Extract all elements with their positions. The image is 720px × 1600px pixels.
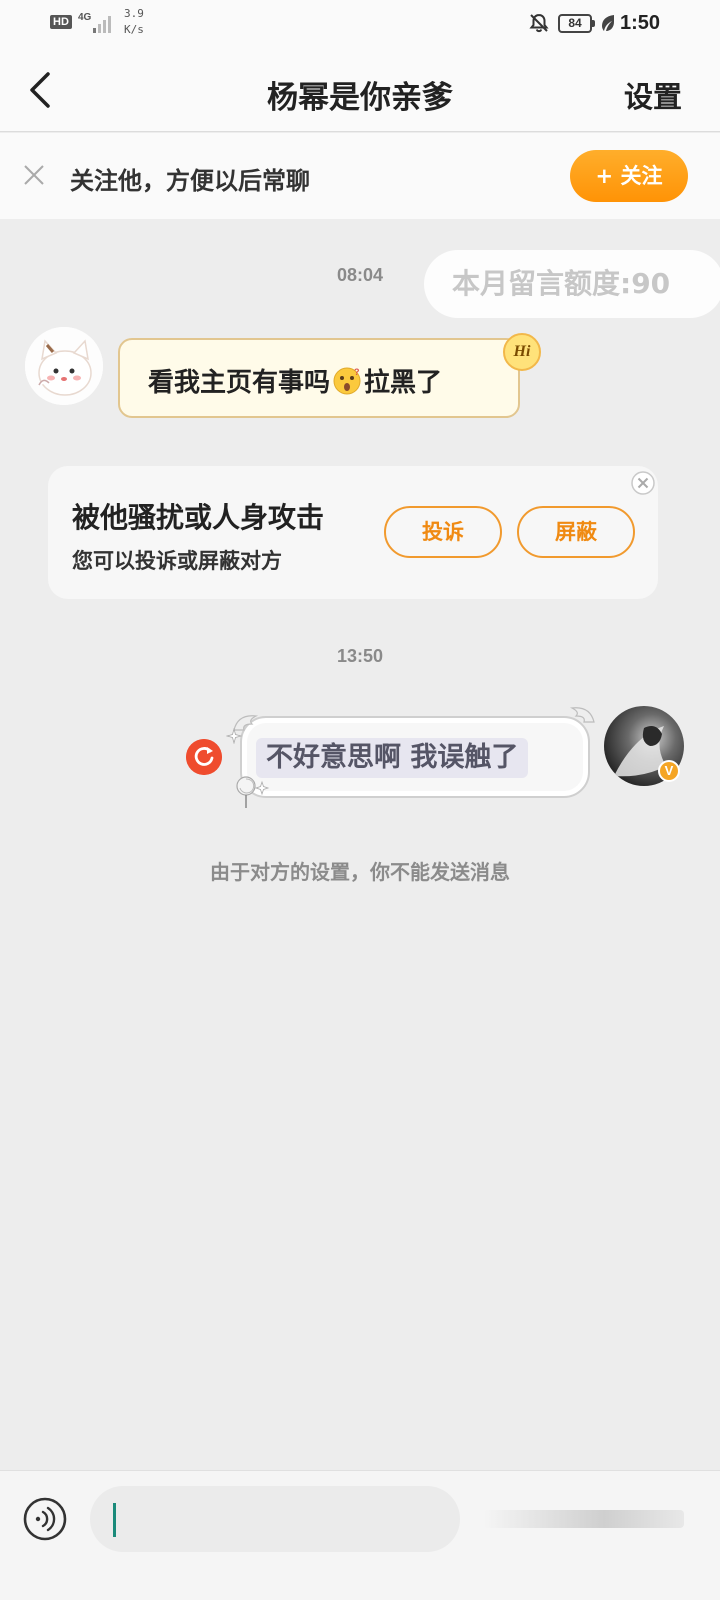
network-type: 4G xyxy=(78,12,92,23)
verified-badge: V xyxy=(658,760,680,782)
system-notice: 由于对方的设置，你不能发送消息 xyxy=(210,860,510,884)
clock: 1:50 xyxy=(620,12,661,34)
hi-badge: Hi xyxy=(503,333,541,371)
speed-value: 3.9 xyxy=(124,7,144,20)
thinking-face-icon: ? xyxy=(333,367,361,395)
report-card-title: 被他骚扰或人身攻击 xyxy=(72,501,325,534)
block-button[interactable]: 屏蔽 xyxy=(517,506,635,558)
page-title: 杨幂是你亲爹 xyxy=(267,80,453,116)
nav-bar: 杨幂是你亲爹 设置 xyxy=(0,50,720,132)
incoming-message-text: 看我主页有事吗 ? 拉黑了 xyxy=(148,362,442,399)
incoming-message-bubble[interactable]: 看我主页有事吗 ? 拉黑了 xyxy=(118,338,520,418)
svg-text:?: ? xyxy=(354,367,360,377)
battery-icon: 84 xyxy=(558,14,595,33)
follow-prompt-text: 关注他，方便以后常聊 xyxy=(70,167,310,195)
timestamp: 13:50 xyxy=(336,646,384,666)
settings-button[interactable]: 设置 xyxy=(624,74,682,116)
quota-indicator: 本月留言额度:90 xyxy=(424,250,720,318)
leaf-icon xyxy=(602,15,614,31)
close-icon[interactable] xyxy=(630,470,656,496)
outgoing-message-bubble[interactable]: 不好意思啊 我误触了 xyxy=(240,716,590,798)
signal-icon xyxy=(93,16,111,33)
speed-unit: K/s xyxy=(124,23,144,36)
voice-icon[interactable] xyxy=(22,1496,68,1542)
close-icon[interactable] xyxy=(22,163,46,187)
message-text-part: 看我主页有事吗 xyxy=(148,368,331,398)
resend-icon[interactable] xyxy=(186,739,222,775)
network-speed: 3.9 K/s xyxy=(124,6,144,38)
bell-muted-icon xyxy=(529,13,549,33)
message-text-part: 拉黑了 xyxy=(364,368,443,398)
report-button[interactable]: 投诉 xyxy=(384,506,502,558)
status-bar: HD 4G 3.9 K/s 84 1:50 xyxy=(0,0,720,50)
avatar[interactable] xyxy=(25,327,103,405)
wing-decoration-icon xyxy=(569,707,595,723)
text-cursor xyxy=(113,1503,116,1537)
message-input[interactable] xyxy=(90,1486,460,1552)
follow-button[interactable]: + 关注 xyxy=(570,150,688,202)
cat-avatar-icon xyxy=(25,327,103,405)
report-card-subtitle: 您可以投诉或屏蔽对方 xyxy=(72,549,282,573)
lollipop-decoration-icon xyxy=(236,776,270,808)
chat-page: HD 4G 3.9 K/s 84 1:50 杨幂是你亲爹 设置 关注他，方便以后… xyxy=(0,0,720,1600)
follow-banner: 关注他，方便以后常聊 + 关注 xyxy=(0,133,720,219)
sparkle-icon xyxy=(226,728,242,744)
input-bar-right-area xyxy=(484,1510,684,1528)
outgoing-message-text: 不好意思啊 我误触了 xyxy=(266,742,519,773)
hd-indicator: HD xyxy=(50,15,72,29)
message-highlight: 不好意思啊 我误触了 xyxy=(256,738,529,778)
